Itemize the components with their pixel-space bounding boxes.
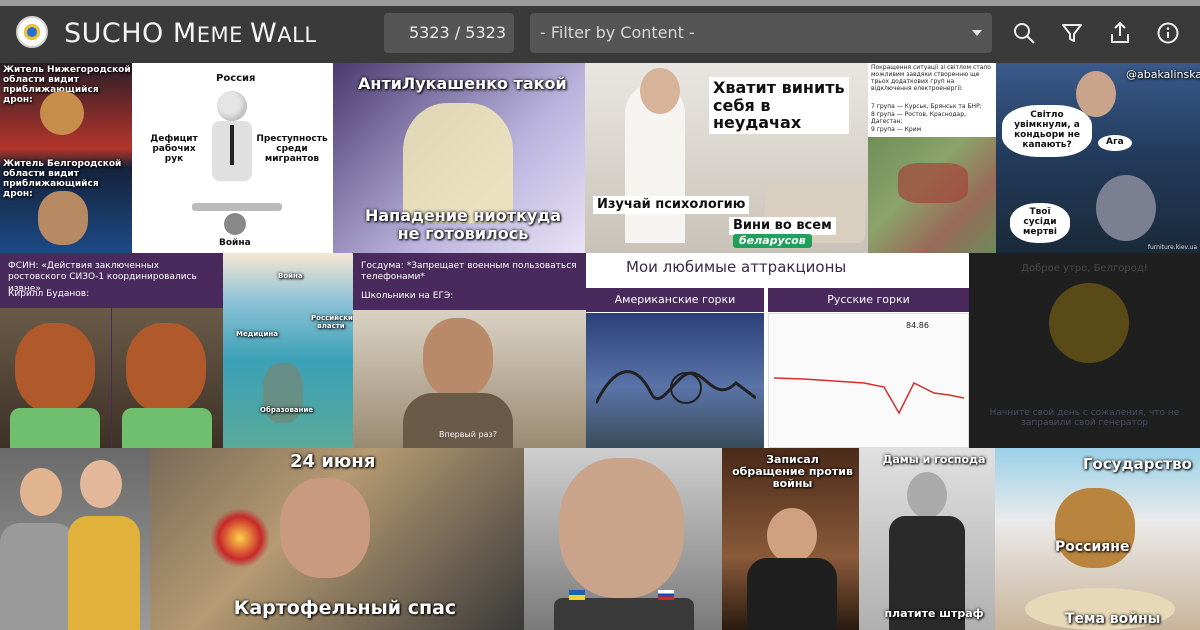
tile-caption: 8 група — Ростов, Краснодар, Дагестан; bbox=[871, 111, 966, 125]
meme-tile[interactable]: Хватит винить себя в неудачах Изучай пси… bbox=[585, 63, 868, 253]
tile-caption: Нападение ниоткуда не готовилось bbox=[364, 206, 562, 243]
flag-russia-icon bbox=[658, 590, 674, 600]
tile-caption: Вини во всем bbox=[729, 217, 836, 236]
tile-caption: Россияне bbox=[1055, 539, 1130, 555]
tile-caption: 9 група — Крим bbox=[871, 126, 922, 133]
info-icon[interactable] bbox=[1155, 20, 1181, 46]
tile-caption: Школьники на ЕГЭ: bbox=[361, 291, 454, 301]
app-title: SUCHO MEME WALL bbox=[64, 18, 317, 49]
chevron-down-icon bbox=[972, 30, 982, 36]
tile-caption: Покращення ситуації зі світлом стало мож… bbox=[871, 64, 991, 92]
tile-caption: Кирилл Буданов: bbox=[8, 289, 90, 299]
tile-caption: 24 июня bbox=[290, 451, 376, 472]
speech-bubble: Світло увімкнули, а кондьори не капають? bbox=[1002, 105, 1092, 157]
tile-caption: Записал обращение против войны bbox=[732, 453, 853, 491]
flag-ukraine-icon bbox=[569, 590, 585, 600]
meme-tile[interactable]: Мои любимые аттракционы Американские гор… bbox=[586, 253, 969, 448]
tile-caption: Русские горки bbox=[768, 288, 969, 312]
meme-tile[interactable]: Дамы и господа платите штраф bbox=[859, 448, 995, 630]
tile-caption: Американские горки bbox=[586, 288, 764, 312]
tile-caption: Хватит винить себя в неудачах bbox=[709, 77, 849, 134]
logo[interactable] bbox=[16, 16, 48, 48]
coaster-icon bbox=[596, 370, 756, 404]
meme-tile[interactable]: 24 июня Картофельный спас bbox=[150, 448, 524, 630]
tile-caption: Война bbox=[219, 238, 251, 248]
tile-credit: furniture.kiev.ua bbox=[1147, 244, 1197, 251]
speech-bubble: Твої сусіди мертві bbox=[1010, 203, 1070, 243]
meme-tile[interactable]: Россия Дефицит рабочих рук Преступность … bbox=[132, 63, 333, 253]
meme-tile[interactable]: Покращення ситуації зі світлом стало мож… bbox=[868, 63, 996, 253]
tile-badge: беларусов bbox=[733, 234, 812, 249]
filter-icon[interactable] bbox=[1059, 20, 1085, 46]
tile-caption: Начните свой день с сожаления, что не за… bbox=[989, 408, 1180, 428]
meme-tile[interactable]: Доброе утро, Белгород! Начните свой день… bbox=[969, 253, 1200, 448]
tile-caption: Война bbox=[278, 272, 303, 280]
share-icon[interactable] bbox=[1107, 20, 1133, 46]
tile-caption: платите штраф bbox=[884, 607, 984, 620]
tile-caption: Преступность среди мигрантов bbox=[256, 134, 328, 164]
tile-caption: Дамы и господа bbox=[882, 453, 986, 466]
meme-tile[interactable]: Война Российские власти Медицина Образов… bbox=[223, 253, 353, 448]
tile-caption: Картофельный спас bbox=[233, 597, 457, 619]
meme-tile[interactable]: Житель Нижегородской области видит прибл… bbox=[0, 63, 132, 253]
search-icon[interactable] bbox=[1011, 20, 1037, 46]
tile-caption: Государство bbox=[1083, 455, 1192, 473]
meme-tile[interactable]: Записал обращение против войны bbox=[722, 448, 859, 630]
tile-caption: @abakalinska bbox=[1126, 68, 1200, 81]
filter-label: - Filter by Content - bbox=[540, 23, 695, 42]
meme-tile[interactable] bbox=[0, 448, 150, 630]
meme-tile[interactable]: Государство Россияне Тема войны bbox=[995, 448, 1200, 630]
tile-caption: Российские власти bbox=[311, 314, 353, 330]
chart-value: 84.86 bbox=[906, 321, 929, 330]
tile-caption: АнтиЛукашенко такой bbox=[358, 74, 567, 93]
meme-grid: Житель Нижегородской области видит прибл… bbox=[0, 63, 1200, 630]
meme-tile[interactable]: ФСИН: «Действия заключенных ростовского … bbox=[0, 253, 223, 448]
tile-caption: Медицина bbox=[236, 330, 278, 338]
meme-tile[interactable] bbox=[524, 448, 722, 630]
tile-caption: Тема войны bbox=[1065, 611, 1161, 627]
app-header: SUCHO MEME WALL 5323 / 5323 - Filter by … bbox=[0, 6, 1200, 63]
filter-select[interactable]: - Filter by Content - bbox=[530, 13, 992, 53]
meme-tile[interactable]: Госдума: *Запрещает военным пользоваться… bbox=[353, 253, 586, 448]
chart-line-icon bbox=[774, 377, 964, 415]
tile-caption: Впервый раз? bbox=[439, 430, 497, 439]
tile-caption: Изучай психологию bbox=[593, 196, 750, 215]
tile-caption: Дефицит рабочих рук bbox=[150, 134, 198, 164]
tile-caption: Доброе утро, Белгород! bbox=[1021, 263, 1148, 274]
tile-caption: 7 група — Курськ, Брянськ та БНР; bbox=[871, 103, 982, 110]
tile-caption: Госдума: *Запрещает военным пользоваться… bbox=[361, 261, 577, 283]
tile-caption: Мои любимые аттракционы bbox=[626, 258, 847, 276]
meme-tile[interactable]: АнтиЛукашенко такой Нападение ниоткуда н… bbox=[333, 63, 585, 253]
speech-bubble: Ага bbox=[1098, 135, 1132, 151]
meme-counter[interactable]: 5323 / 5323 bbox=[384, 13, 514, 53]
tile-caption: Образование bbox=[260, 406, 314, 414]
meme-tile[interactable]: @abakalinska Світло увімкнули, а кондьор… bbox=[996, 63, 1200, 253]
tile-caption: Россия bbox=[216, 73, 256, 84]
